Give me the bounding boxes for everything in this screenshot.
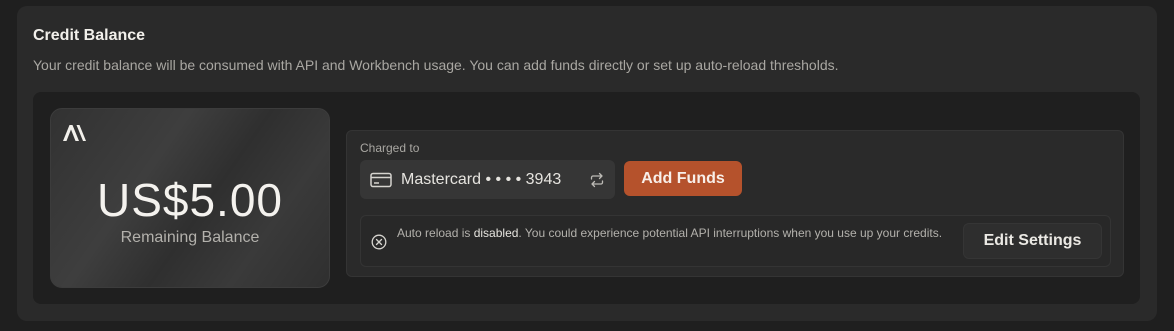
balance-container: US$5.00 Remaining Balance Charged to Mas…: [33, 92, 1140, 304]
swap-icon[interactable]: [589, 172, 605, 188]
section-title: Credit Balance: [33, 27, 146, 44]
payment-method-selector[interactable]: Mastercard • • • • 3943: [360, 160, 615, 199]
card-name: Mastercard • • • • 3943: [401, 170, 562, 188]
payment-section: Charged to Mastercard • • • • 3943 Add F…: [346, 130, 1124, 277]
auto-reload-message: Auto reload is disabled. You could exper…: [397, 225, 952, 241]
edit-settings-button[interactable]: Edit Settings: [963, 223, 1102, 259]
add-funds-button[interactable]: Add Funds: [624, 161, 742, 196]
credit-balance-panel: Credit Balance Your credit balance will …: [17, 6, 1157, 321]
auto-reload-status: disabled: [473, 226, 519, 240]
auto-reload-prefix: Auto reload is: [397, 226, 474, 240]
charged-to-label: Charged to: [360, 141, 420, 155]
credit-card-icon: [370, 172, 392, 188]
x-circle-icon: [371, 234, 387, 250]
balance-card: US$5.00 Remaining Balance: [50, 108, 330, 288]
section-description: Your credit balance will be consumed wit…: [33, 57, 839, 73]
balance-amount: US$5.00: [96, 174, 283, 226]
balance-label: Remaining Balance: [120, 229, 260, 246]
auto-reload-suffix: . You could experience potential API int…: [518, 226, 943, 240]
anthropic-logo-icon: [63, 123, 89, 143]
auto-reload-notice: Auto reload is disabled. You could exper…: [360, 215, 1111, 267]
